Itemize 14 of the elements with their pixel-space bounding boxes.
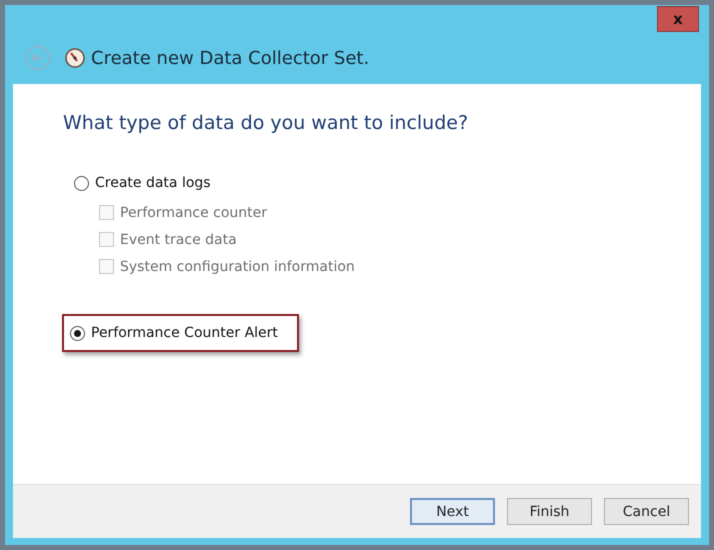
checkbox-label: Event trace data	[120, 232, 237, 248]
wizard-button[interactable]: Cancel	[604, 498, 689, 525]
gauge-icon	[65, 48, 85, 68]
checkbox-label: Performance counter	[120, 204, 268, 220]
radio-button[interactable]	[70, 326, 85, 340]
radio-label: Performance Counter Alert	[91, 325, 278, 341]
close-button[interactable]: x	[657, 6, 699, 32]
checkbox-label: System configuration information	[120, 258, 355, 274]
radio-label: Create data logs	[95, 175, 211, 191]
wizard-button[interactable]: Finish	[507, 498, 592, 525]
page-heading: What type of data do you want to include?	[63, 112, 470, 134]
window-title: Create new Data Collector Set.	[91, 48, 370, 68]
radio-button[interactable]	[74, 176, 89, 190]
wizard-button[interactable]: Next	[410, 498, 495, 525]
